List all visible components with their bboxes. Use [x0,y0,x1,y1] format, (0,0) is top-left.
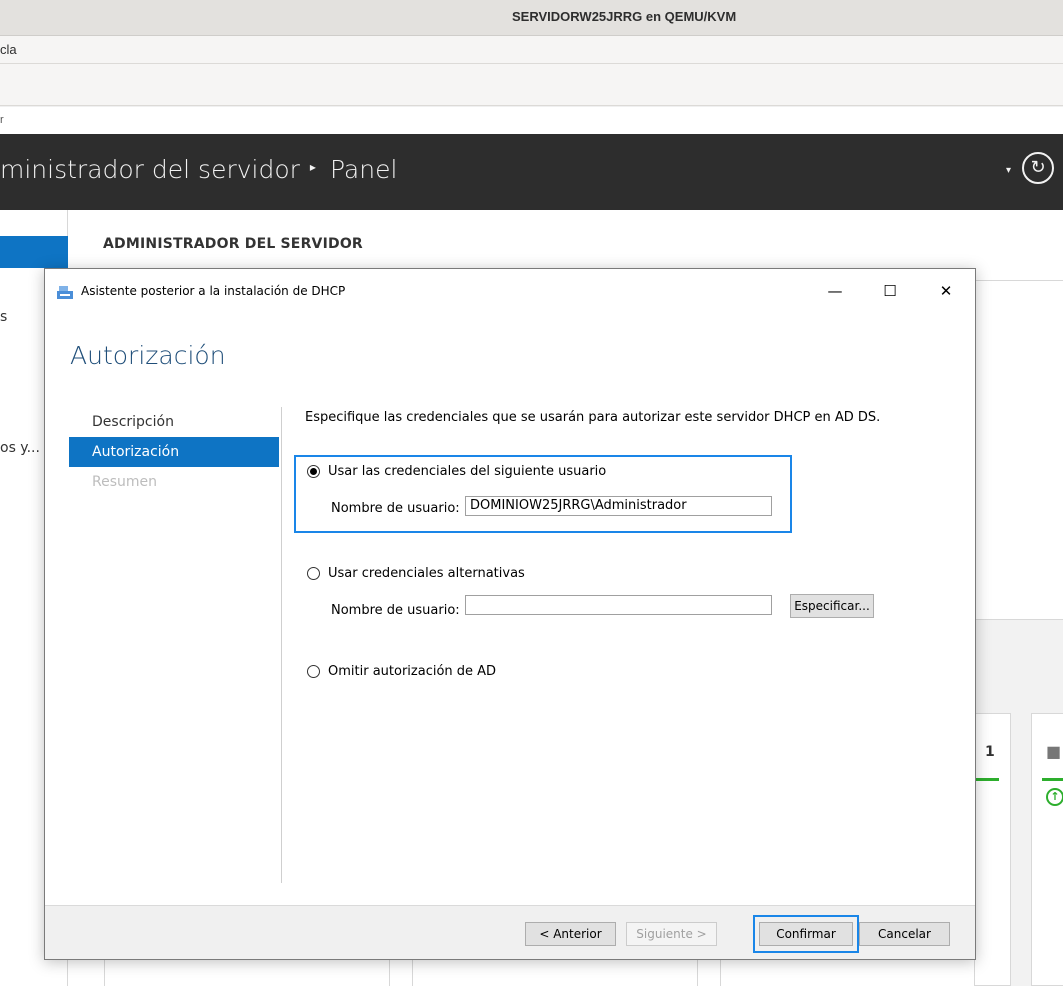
refresh-icon: ↻ [1030,157,1046,178]
vm-toolbar [0,64,1063,106]
radio-label: Usar las credenciales del siguiente usua… [328,464,607,479]
status-bar [975,778,999,781]
wizard-step-descripcion[interactable]: Descripción [69,407,279,437]
radio-button[interactable] [307,567,320,580]
maximize-button[interactable]: ☐ [867,277,913,305]
wizard-content: Especifique las credenciales que se usar… [294,407,955,883]
radio-alternate-credentials[interactable]: Usar credenciales alternativas [307,566,525,581]
cancel-button[interactable]: Cancelar [859,922,950,946]
radio-label: Usar credenciales alternativas [328,566,525,581]
server-manager-app-icon [57,286,73,299]
server-manager-title-fragment: r [0,114,4,126]
role-tile[interactable]: ■ ↑ [1031,713,1063,986]
role-tile-count: 1 [985,744,995,760]
wizard-step-resumen: Resumen [92,474,158,490]
page-title: ADMINISTRADOR DEL SERVIDOR [103,236,363,252]
role-tile[interactable]: 1 [975,713,1011,986]
authorization-description: Especifique las credenciales que se usar… [305,410,881,425]
header-dropdown-icon[interactable]: ▾ [1006,165,1011,176]
close-button[interactable]: ✕ [923,277,969,305]
next-button: Siguiente > [626,922,717,946]
welcome-panel [975,280,1063,620]
radio-button-checked[interactable] [307,465,320,478]
breadcrumb: ministrador del servidor ▸ Panel [0,155,397,184]
server-manager-titlebar: r [0,107,1063,134]
vm-titlebar: SERVIDORW25JRRG en QEMU/KVM [0,0,1063,36]
back-button[interactable]: < Anterior [525,922,616,946]
commit-button[interactable]: Confirmar [759,922,853,946]
radio-current-user[interactable]: Usar las credenciales del siguiente usua… [307,464,606,479]
bottom-tile [104,959,390,986]
steps-divider [281,407,282,883]
dialog-title: Asistente posterior a la instalación de … [81,284,346,298]
specify-credentials-button[interactable]: Especificar... [790,594,874,618]
sidebar-item-fragment[interactable]: os y... [0,440,40,456]
radio-skip-ad-authorization[interactable]: Omitir autorización de AD [307,664,496,679]
bottom-tile [720,959,975,986]
dialog-footer: < Anterior Siguiente > Confirmar Cancela… [45,905,975,959]
dialog-titlebar[interactable]: Asistente posterior a la instalación de … [45,269,975,309]
bottom-tiles [68,959,975,986]
sidebar-item-fragment[interactable]: s [0,309,7,325]
radio-button[interactable] [307,665,320,678]
sidebar-item-panel[interactable] [0,236,68,268]
status-up-icon: ↑ [1046,788,1063,806]
wizard-page-heading: Autorización [70,341,226,370]
vm-window-title: SERVIDORW25JRRG en QEMU/KVM [512,9,737,24]
username-label: Nombre de usuario: [331,501,460,516]
minimize-button[interactable]: — [812,277,858,305]
wizard-step-autorizacion[interactable]: Autorización [69,437,279,467]
server-manager-header: ministrador del servidor ▸ Panel ▾ ↻ [0,134,1063,210]
bottom-tile [412,959,698,986]
vm-menubar: cla [0,36,1063,64]
refresh-button[interactable]: ↻ [1022,152,1054,184]
radio-label: Omitir autorización de AD [328,664,497,679]
vm-menu-item[interactable]: cla [0,42,17,57]
status-bar [1042,778,1063,781]
dhcp-wizard-dialog: Asistente posterior a la instalación de … [44,268,976,960]
breadcrumb-separator-icon: ▸ [309,160,316,174]
alternate-username-field[interactable] [465,595,772,615]
current-username-field[interactable]: DOMINIOW25JRRG\Administrador [465,496,772,516]
server-group-icon: ■ [1046,742,1062,761]
alternate-username-label: Nombre de usuario: [331,603,460,618]
breadcrumb-root[interactable]: ministrador del servidor [0,155,300,184]
breadcrumb-current: Panel [329,155,398,184]
